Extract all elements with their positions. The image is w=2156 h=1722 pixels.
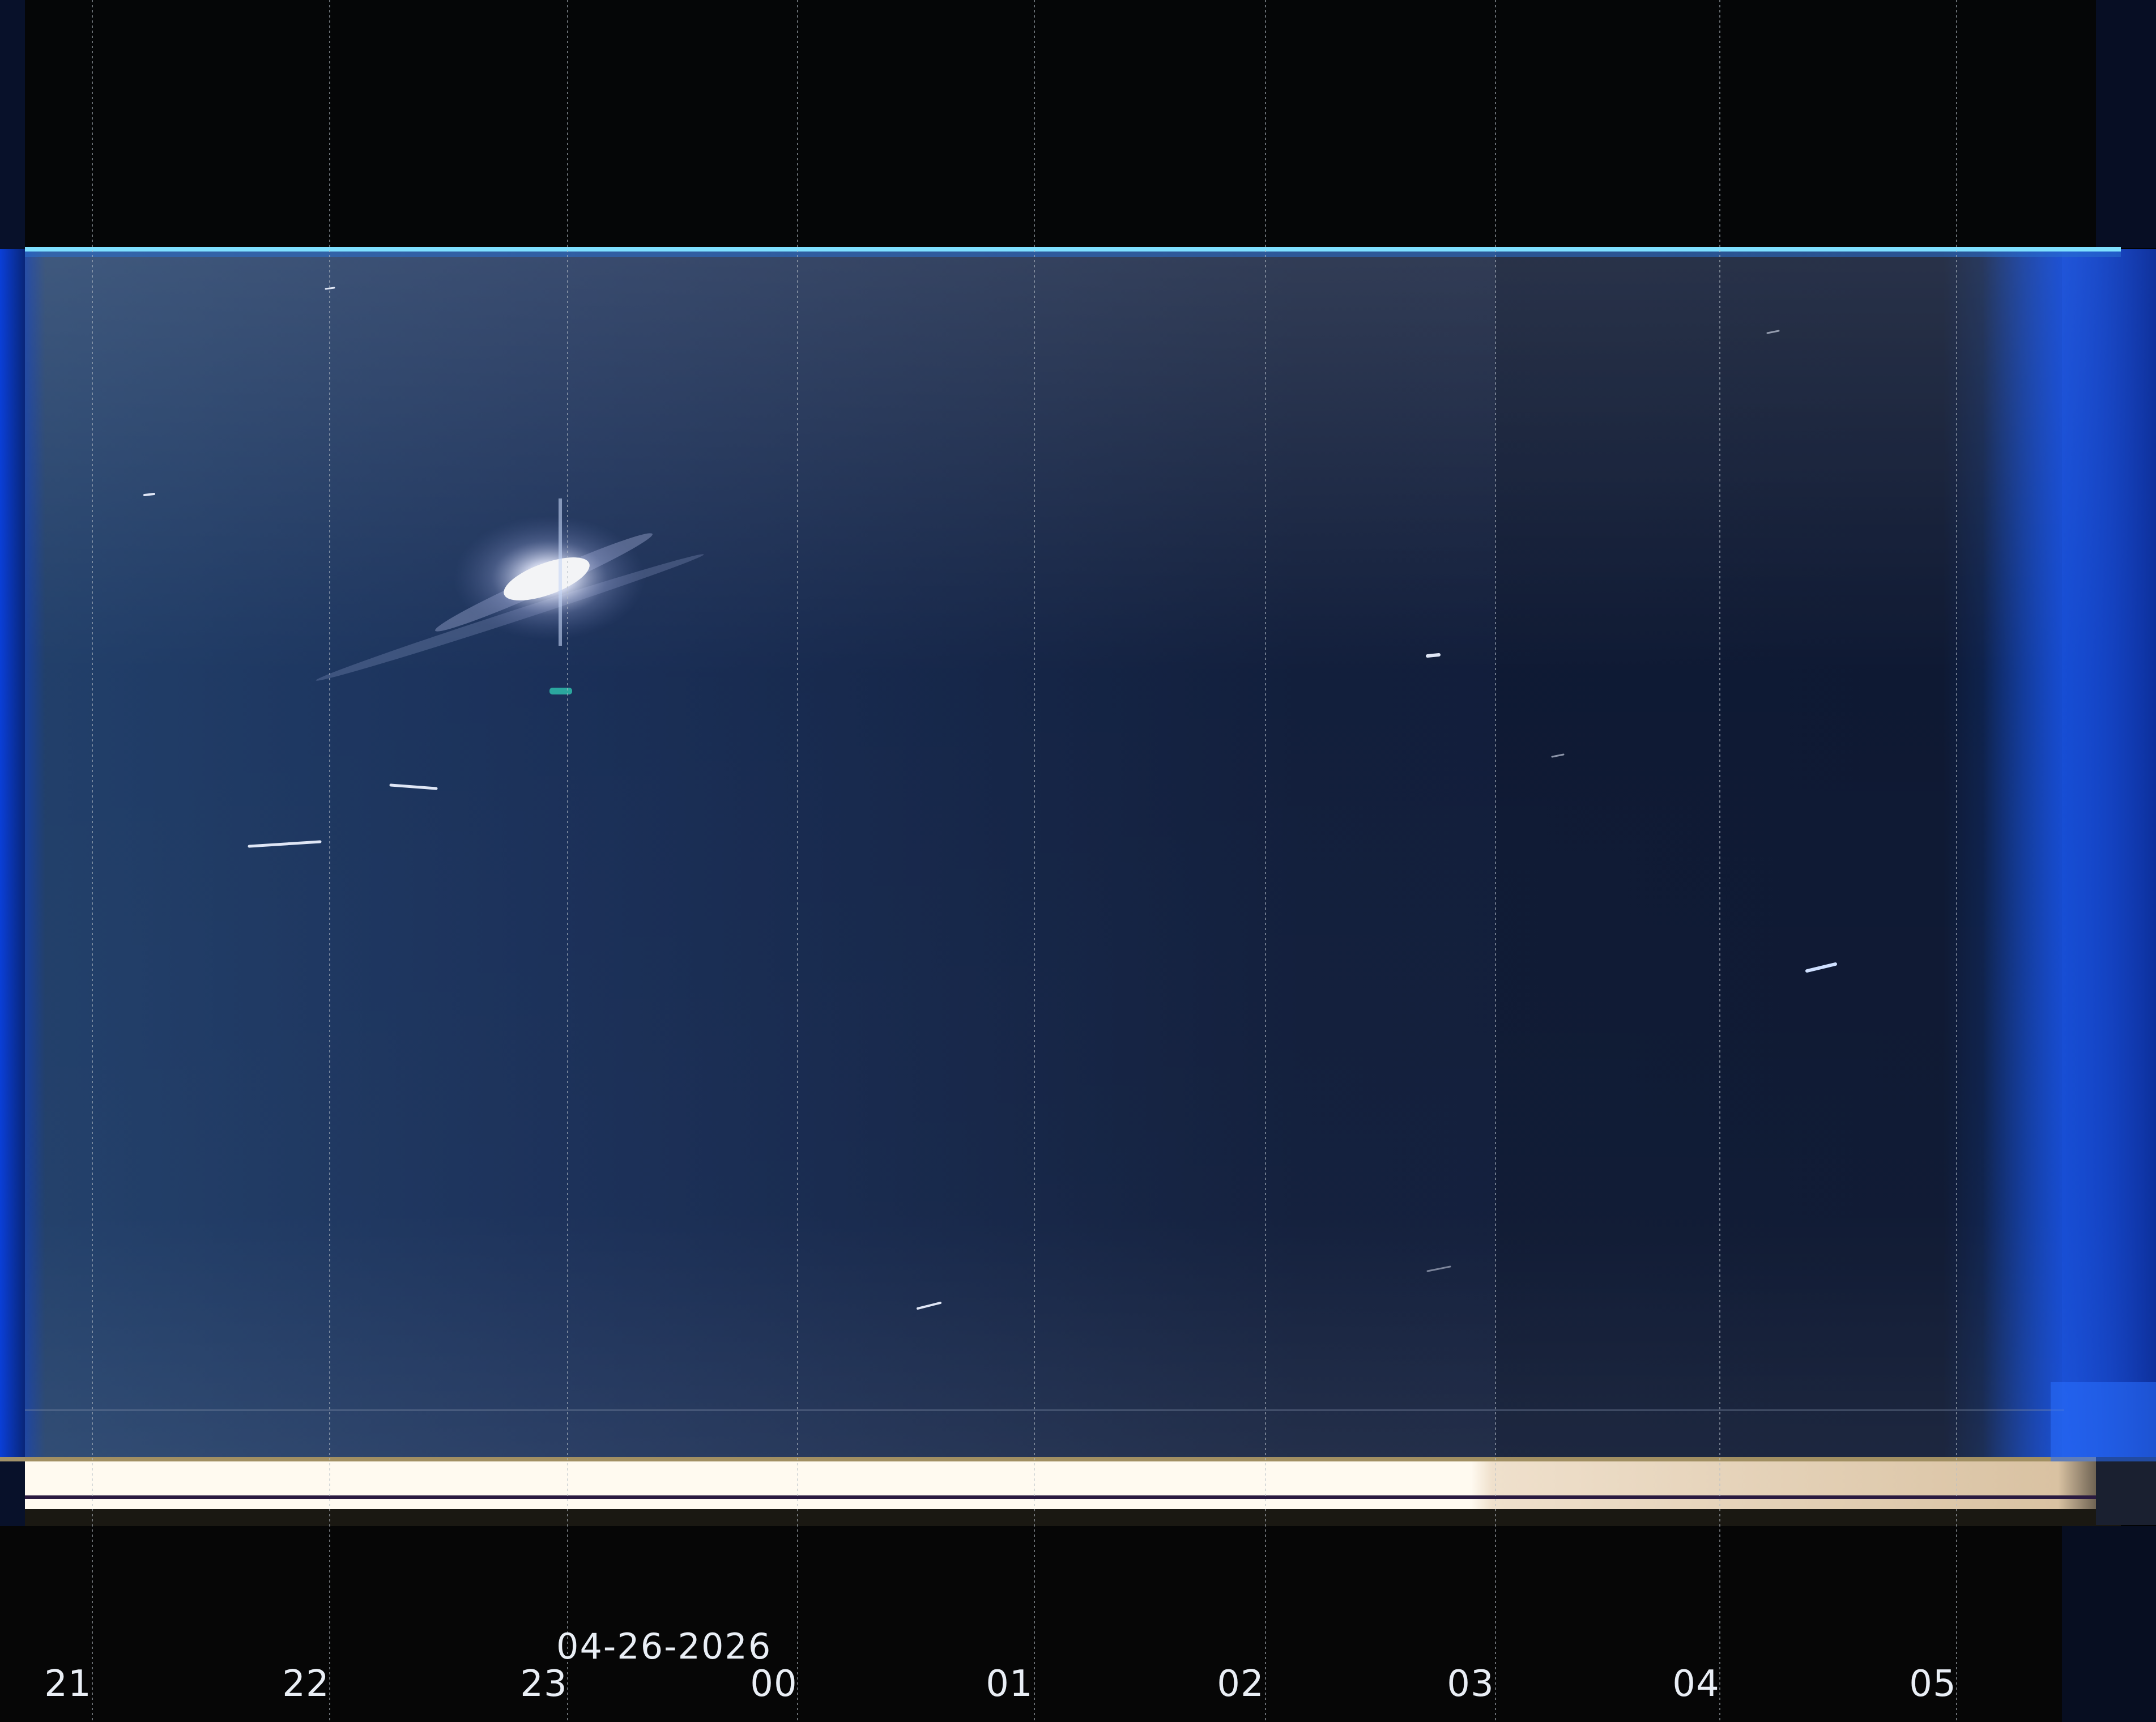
twilight-glow bbox=[1983, 249, 2156, 1457]
keogram-image: 04-26-2026 21 22 23 00 01 02 03 04 05 bbox=[0, 0, 2156, 1722]
bottom-dark-band bbox=[0, 1526, 2156, 1722]
top-horizon-line bbox=[25, 247, 2121, 252]
horizon-band bbox=[25, 1461, 2121, 1495]
top-dark-band bbox=[0, 0, 2156, 248]
keogram-canvas bbox=[0, 0, 2156, 1722]
